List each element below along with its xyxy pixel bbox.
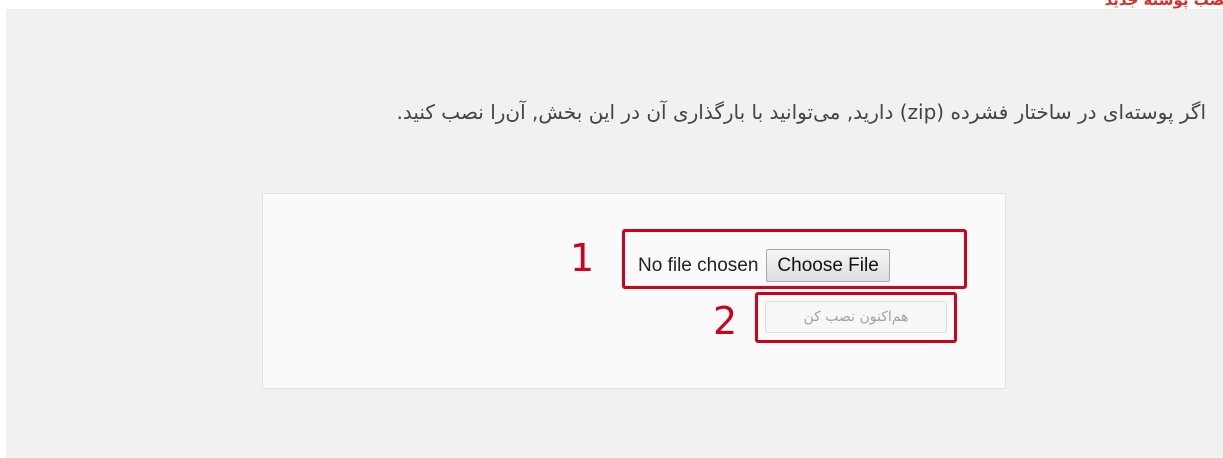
step-number-1: 1 [570, 236, 595, 280]
choose-file-button[interactable]: Choose File [766, 249, 890, 282]
file-input[interactable]: No file chosen Choose File [638, 249, 890, 282]
intro-text: اگر پوسته‌ای در ساختار فشرده (zip) دارید… [396, 100, 1207, 124]
step-number-2: 2 [713, 299, 738, 343]
install-now-button[interactable]: هم‌اکنون نصب کن [765, 301, 947, 333]
file-status-label: No file chosen [638, 254, 759, 276]
page-title-clipped: نصب پوسته جدید [1104, 0, 1223, 9]
upload-form-box [262, 193, 1006, 389]
